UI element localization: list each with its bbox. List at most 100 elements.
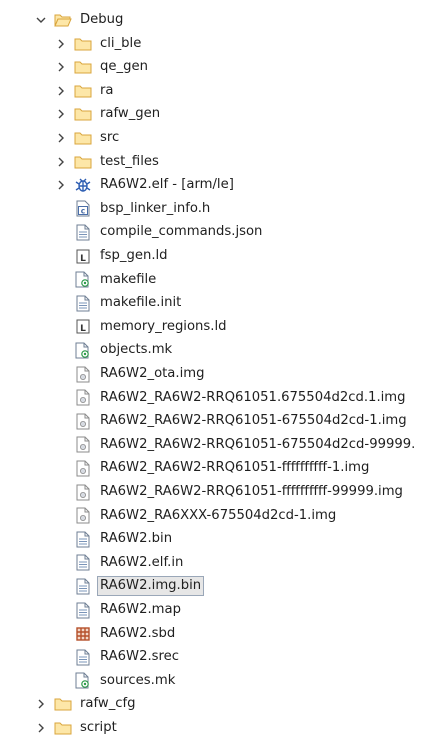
tree-item-label: cli_ble [100,35,142,51]
chevron-right-icon[interactable] [54,131,68,145]
tree-item-label: RA6W2_RA6W2-RRQ61051-ffffffffff-1.img [100,460,370,476]
tree-file-item[interactable]: makefile [0,268,428,292]
folder-open-icon [54,11,72,29]
tree-file-item[interactable]: compile_commands.json [0,220,428,244]
text-file-icon [74,648,92,666]
chevron-right-icon[interactable] [54,155,68,169]
image-file-icon [74,483,92,501]
tree-file-item[interactable]: RA6W2.img.bin [0,574,428,598]
tree-file-item[interactable]: makefile.init [0,291,428,315]
tree-file-item[interactable]: sources.mk [0,669,428,693]
tree-item-label: rafw_gen [100,106,161,122]
tree-file-item[interactable]: RA6W2_RA6W2-RRQ61051-675504d2cd-1.img [0,409,428,433]
tree-folder-item[interactable]: qe_gen [0,55,428,79]
tree-file-item[interactable]: Lmemory_regions.ld [0,315,428,339]
makefile-icon [74,341,92,359]
tree-file-item[interactable]: RA6W2.bin [0,527,428,551]
tree-file-item[interactable]: RA6W2_RA6W2-RRQ61051-ffffffffff-1.img [0,456,428,480]
folder-icon [74,153,92,171]
tree-item-label: src [100,130,120,145]
tree-file-item[interactable]: RA6W2_RA6W2-RRQ61051-675504d2cd-99999. [0,433,428,457]
folder-icon [74,58,92,76]
chevron-right-icon[interactable] [54,107,68,121]
text-file-icon [74,554,92,572]
folder-icon [74,82,92,100]
tree-folder-item[interactable]: rafw_gen [0,102,428,126]
makefile-icon [74,672,92,690]
tree-item-label: test_files [100,153,159,169]
tree-item-label: memory_regions.ld [100,318,227,334]
svg-text:L: L [80,324,86,334]
tree-folder-debug[interactable]: Debug [0,8,428,32]
image-file-icon [74,365,92,383]
tree-item-label: bsp_linker_info.h [100,200,211,216]
tree-item-label: RA6W2.bin [100,531,173,547]
chevron-down-icon[interactable] [34,13,48,27]
folder-icon [74,35,92,53]
tree-item-label: qe_gen [100,59,148,75]
text-file-icon [74,601,92,619]
tree-folder-item[interactable]: ra [0,79,428,103]
tree-item-label: RA6W2_ota.img [100,366,205,381]
tree-item-label: RA6W2.srec [100,649,180,665]
svg-text:L: L [80,253,86,263]
chevron-right-icon[interactable] [54,37,68,51]
text-file-icon [74,223,92,241]
tree-binary-elf[interactable]: RA6W2.elf - [arm/le] [0,173,428,197]
tree-item-label: makefile.init [100,295,182,311]
tree-item-label: RA6W2_RA6W2-RRQ61051-675504d2cd-99999. [100,436,416,452]
tree-item-label: RA6W2_RA6W2-RRQ61051.675504d2cd.1.img [100,389,406,405]
binary-elf-icon [74,176,92,194]
tree-item-label: RA6W2_RA6W2-RRQ61051-675504d2cd-1.img [100,413,407,429]
tree-file-item[interactable]: RA6W2_ota.img [0,362,428,386]
tree-file-item[interactable]: RA6W2_RA6W2-RRQ61051.675504d2cd.1.img [0,386,428,410]
folder-icon [74,129,92,147]
chevron-right-icon[interactable] [54,84,68,98]
tree-item-label: compile_commands.json [100,224,263,240]
tree-file-item[interactable]: RA6W2.sbd [0,622,428,646]
tree-item-label: sources.mk [100,672,176,688]
linker-script-icon: L [74,247,92,265]
tree-item-label: fsp_gen.ld [100,248,168,263]
tree-folder-item[interactable]: rafw_cfg [0,692,428,716]
tree-folder-item[interactable]: src [0,126,428,150]
c-header-icon: c [74,200,92,218]
chevron-right-icon[interactable] [34,721,48,735]
chevron-right-icon[interactable] [54,60,68,74]
chevron-right-icon[interactable] [54,178,68,192]
tree-file-item[interactable]: c bsp_linker_info.h [0,197,428,221]
image-file-icon [74,436,92,454]
tree-folder-item[interactable]: cli_ble [0,32,428,56]
text-file-icon [74,577,92,595]
chevron-right-icon[interactable] [34,697,48,711]
tree-item-label: RA6W2_RA6W2-RRQ61051-ffffffffff-99999.im… [100,484,403,499]
tree-file-item[interactable]: RA6W2.elf.in [0,551,428,575]
tree-folder-item[interactable]: script [0,716,428,740]
tree-file-item[interactable]: RA6W2_RA6XXX-675504d2cd-1.img [0,504,428,528]
tree-file-item[interactable]: RA6W2.map [0,598,428,622]
tree-item-label: RA6W2.map [100,602,181,617]
tree-folder-item[interactable]: test_files [0,150,428,174]
tree-item-label: RA6W2.elf - [arm/le] [100,177,234,193]
tree-item-label: script [80,720,117,735]
linker-script-icon: L [74,318,92,336]
makefile-icon [74,271,92,289]
tree-item-label: RA6W2.img.bin [96,576,205,597]
text-file-icon [74,530,92,548]
text-file-icon [74,294,92,312]
tree-item-label: RA6W2.sbd [100,625,176,641]
image-file-icon [74,507,92,525]
sbd-file-icon [74,625,92,643]
tree-item-label: RA6W2.elf.in [100,554,184,570]
tree-file-item[interactable]: RA6W2_RA6W2-RRQ61051-ffffffffff-99999.im… [0,480,428,504]
tree-item-label: ra [100,82,114,98]
folder-icon [54,695,72,713]
tree-item-label: Debug [80,12,124,27]
tree-file-item[interactable]: RA6W2.srec [0,645,428,669]
folder-icon [74,105,92,123]
folder-icon [54,719,72,737]
tree-item-label: RA6W2_RA6XXX-675504d2cd-1.img [100,507,337,523]
tree-item-label: rafw_cfg [80,696,136,712]
tree-file-item[interactable]: objects.mk [0,338,428,362]
tree-file-item[interactable]: Lfsp_gen.ld [0,244,428,268]
